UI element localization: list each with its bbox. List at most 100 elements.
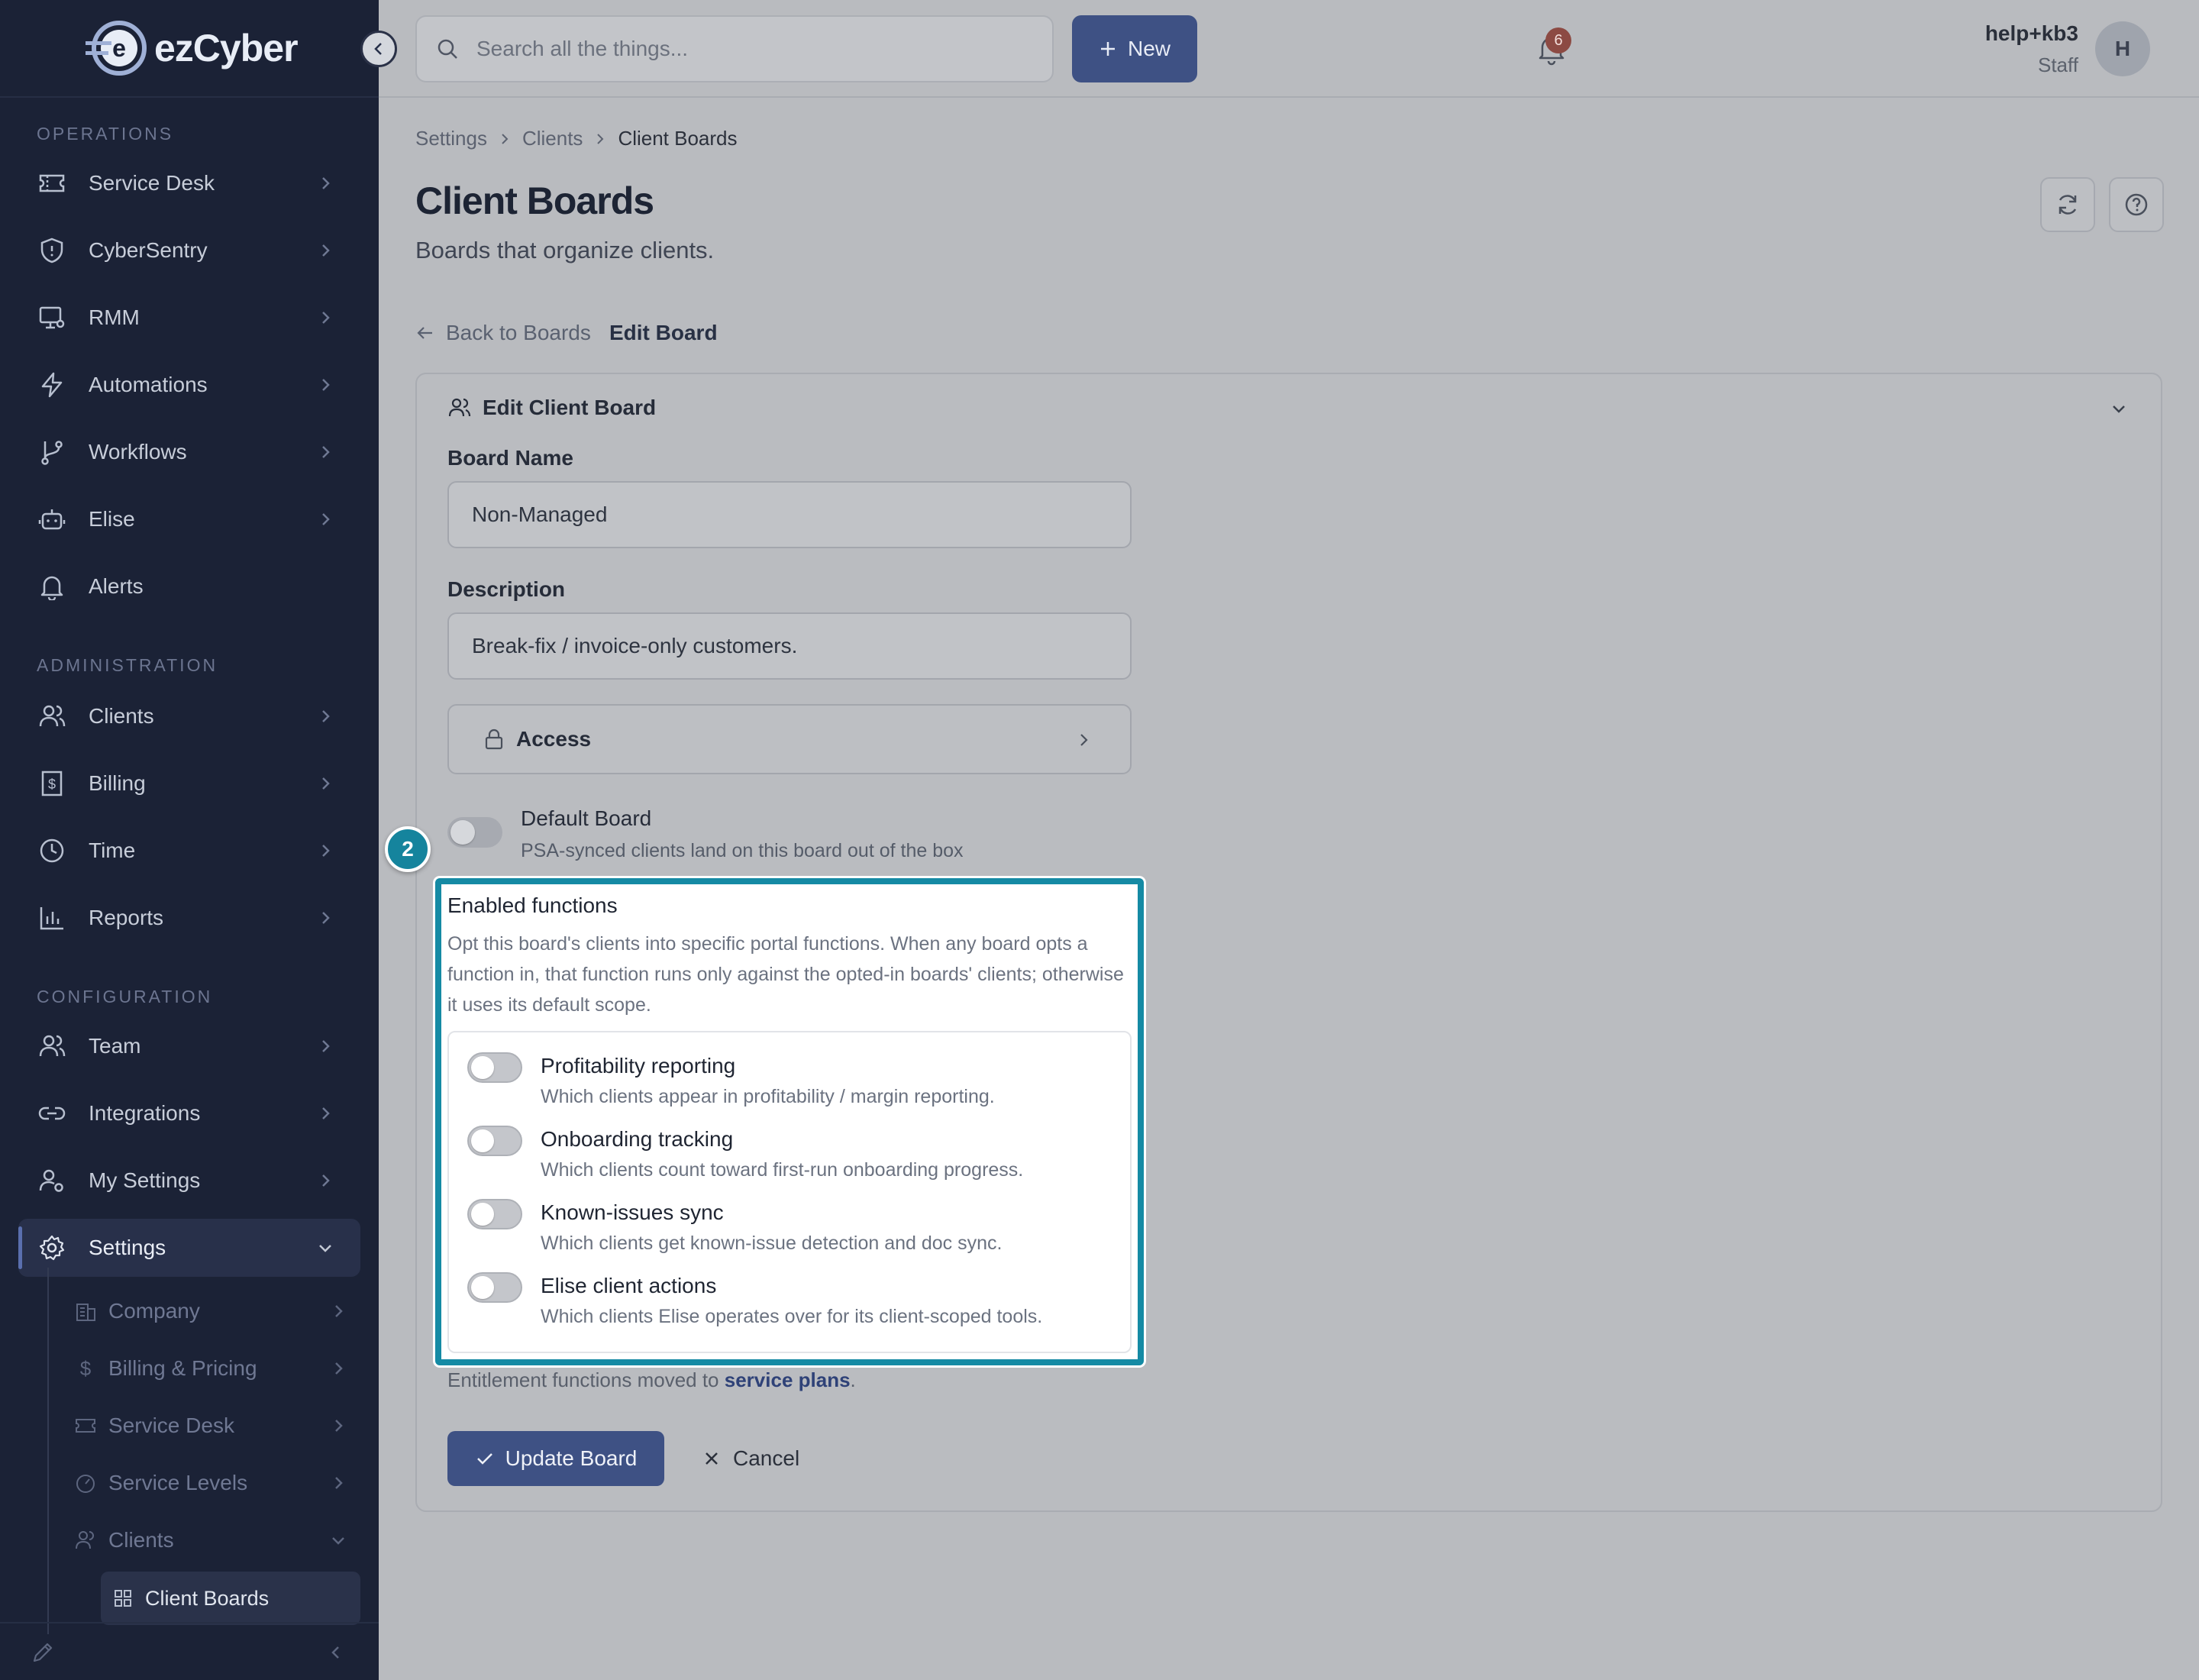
chevron-right-icon <box>322 446 330 458</box>
sidebar-item-rmm[interactable]: RMM <box>18 289 360 347</box>
chevron-down-icon <box>319 1245 331 1252</box>
logo-text: ezCyber <box>154 27 299 69</box>
help-button[interactable] <box>2109 177 2164 232</box>
sidebar-item-label: Alerts <box>89 574 144 598</box>
function-name: Elise client actions <box>541 1274 717 1297</box>
access-section-toggle[interactable]: Access <box>447 704 1132 774</box>
sidebar-collapse-button[interactable] <box>360 31 397 67</box>
sidebar-item-label: RMM <box>89 305 140 329</box>
user-role: Staff <box>2037 53 2078 76</box>
chevron-right-icon <box>1080 734 1088 746</box>
sidebar-item-clients[interactable]: Clients <box>18 687 360 745</box>
chevron-right-icon <box>322 777 330 790</box>
section-label-administration: ADMINISTRATION <box>37 655 218 675</box>
default-board-label: Default Board <box>521 806 652 830</box>
search-box[interactable] <box>415 15 1054 82</box>
sidebar-item-label: Billing <box>89 771 146 795</box>
onboarding-tracking-toggle[interactable] <box>467 1126 522 1156</box>
function-name: Onboarding tracking <box>541 1127 734 1151</box>
description-input[interactable]: Break-fix / invoice-only customers. <box>447 612 1132 680</box>
users-icon <box>73 1528 98 1552</box>
pencil-icon[interactable] <box>31 1640 55 1665</box>
default-board-toggle[interactable] <box>447 817 502 848</box>
sidebar-item-label: Automations <box>89 373 208 396</box>
sidebar-item-team[interactable]: Team <box>18 1017 360 1075</box>
board-name-input[interactable]: Non-Managed <box>447 481 1132 548</box>
cancel-label: Cancel <box>733 1446 800 1470</box>
sidebar-subitem-label: Billing & Pricing <box>108 1356 257 1380</box>
sidebar-item-workflows[interactable]: Workflows <box>18 423 360 481</box>
sidebar-item-automations[interactable]: Automations <box>18 356 360 414</box>
page-title: Client Boards <box>415 179 654 222</box>
sidebar-item-time[interactable]: Time <box>18 822 360 880</box>
profitability-reporting-toggle[interactable] <box>467 1052 522 1083</box>
sidebar-header: e ezCyber <box>0 0 397 98</box>
git-branch-icon <box>37 437 67 467</box>
elise-client-actions-toggle[interactable] <box>467 1272 522 1303</box>
known-issues-sync-toggle[interactable] <box>467 1199 522 1229</box>
bell-icon <box>37 571 67 602</box>
sidebar-subitem-billing-pricing[interactable]: $ Billing & Pricing <box>73 1342 360 1395</box>
sidebar-item-my-settings[interactable]: My Settings <box>18 1152 360 1210</box>
sidebar-item-label: Reports <box>89 906 164 929</box>
sidebar-subitem-service-levels[interactable]: Service Levels <box>73 1456 360 1510</box>
function-description: Which clients count toward first-run onb… <box>541 1159 1024 1181</box>
chevron-right-icon <box>335 1477 343 1489</box>
back-to-boards-link[interactable]: Back to Boards <box>415 321 591 345</box>
card-header[interactable]: Edit Client Board <box>447 396 656 420</box>
sidebar-item-service-desk[interactable]: Service Desk <box>18 154 360 212</box>
grid-icon <box>113 1588 133 1608</box>
sidebar-item-label: Workflows <box>89 440 187 464</box>
sidebar-subitem-clients[interactable]: Clients <box>73 1514 360 1567</box>
breadcrumb-item-settings[interactable]: Settings <box>415 127 487 150</box>
chevron-right-icon <box>322 379 330 391</box>
user-gear-icon <box>37 1165 67 1196</box>
function-name: Profitability reporting <box>541 1054 736 1077</box>
chevron-right-icon <box>322 1040 330 1052</box>
chevron-right-icon <box>597 133 604 144</box>
sidebar-subitem-service-desk[interactable]: Service Desk <box>73 1399 360 1452</box>
users-icon <box>37 701 67 732</box>
sidebar-item-label: Integrations <box>89 1101 201 1125</box>
breadcrumb-item-client-boards: Client Boards <box>618 127 738 150</box>
service-plans-link[interactable]: service plans <box>725 1368 851 1391</box>
sidebar: e ezCyber OPERATIONS Service Desk CyberS… <box>0 0 397 1680</box>
update-board-button[interactable]: Update Board <box>447 1431 664 1486</box>
sidebar-item-alerts[interactable]: Alerts <box>18 557 360 615</box>
breadcrumb-item-clients[interactable]: Clients <box>522 127 583 150</box>
chevron-right-icon <box>322 912 330 924</box>
chevron-down-icon[interactable] <box>2107 397 2130 420</box>
chevron-right-icon <box>502 133 509 144</box>
gauge-icon <box>73 1471 98 1495</box>
sidebar-item-billing[interactable]: $ Billing <box>18 754 360 813</box>
sidebar-subitem-company[interactable]: Company <box>73 1284 360 1338</box>
sidebar-item-reports[interactable]: Reports <box>18 889 360 947</box>
close-icon <box>706 1452 718 1465</box>
sidebar-subitem-client-boards[interactable]: Client Boards <box>101 1572 360 1625</box>
step-badge: 2 <box>385 826 431 872</box>
avatar[interactable]: H <box>2095 21 2150 76</box>
plus-icon <box>1100 42 1115 56</box>
section-label-configuration: CONFIGURATION <box>37 987 213 1006</box>
cancel-button[interactable]: Cancel <box>702 1431 799 1486</box>
app-logo[interactable]: e ezCyber <box>82 20 299 76</box>
sidebar-item-integrations[interactable]: Integrations <box>18 1084 360 1142</box>
sidebar-item-elise[interactable]: Elise <box>18 490 360 548</box>
logo-mark-icon: e <box>86 21 147 76</box>
refresh-button[interactable] <box>2040 177 2095 232</box>
chevron-right-icon <box>335 1362 343 1375</box>
back-to-boards-label: Back to Boards <box>446 321 591 344</box>
users-icon <box>448 398 471 417</box>
chevron-right-icon <box>322 244 330 257</box>
search-input[interactable] <box>476 37 1026 61</box>
chevron-right-icon <box>322 312 330 324</box>
function-description: Which clients appear in profitability / … <box>541 1086 995 1107</box>
sidebar-item-settings[interactable]: Settings <box>18 1219 360 1277</box>
entitlement-note: Entitlement functions moved to service p… <box>447 1368 856 1392</box>
sidebar-item-cybersentry[interactable]: CyberSentry <box>18 221 360 279</box>
new-button[interactable]: New <box>1072 15 1197 82</box>
sidebar-item-label: Service Desk <box>89 171 215 195</box>
chevron-left-icon[interactable] <box>325 1642 347 1663</box>
sidebar-item-label: Elise <box>89 507 135 531</box>
sidebar-subitem-label: Service Levels <box>108 1471 248 1494</box>
